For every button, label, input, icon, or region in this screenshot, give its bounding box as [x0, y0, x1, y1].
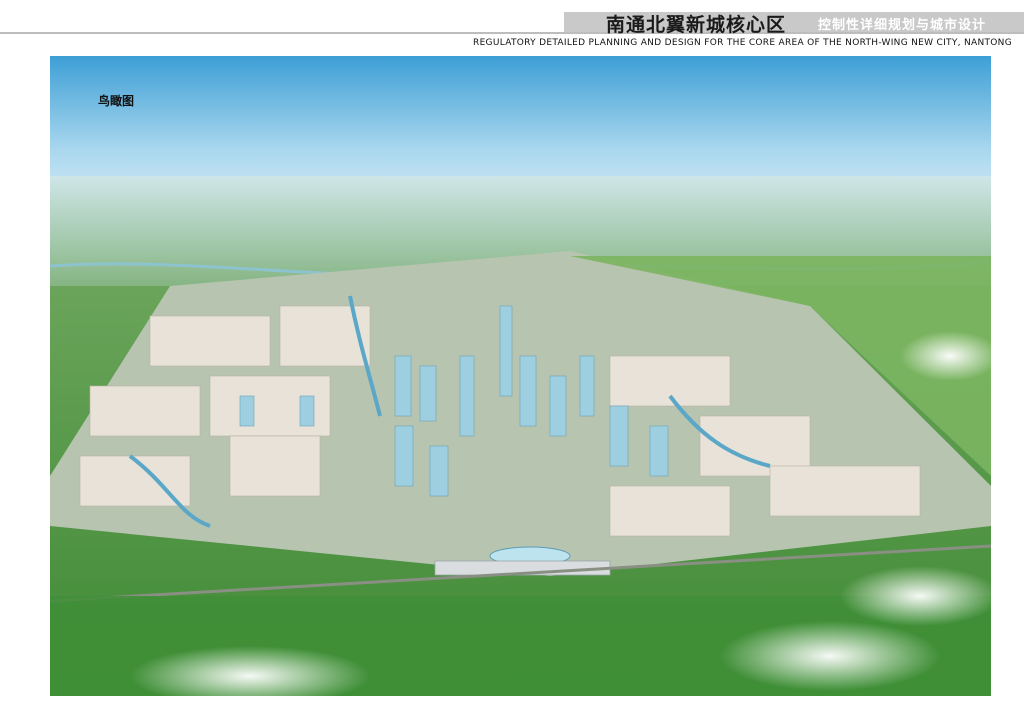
project-title-chinese: 南通北翼新城核心区: [606, 14, 787, 36]
view-label: 鸟瞰图: [98, 94, 135, 108]
aerial-rendering: 鸟瞰图: [50, 56, 991, 696]
project-subtitle-chinese: 控制性详细规划与城市设计: [818, 18, 987, 33]
project-title-english: Regulatory detailed planning and design …: [473, 38, 1012, 48]
aerial-view-illustration: [50, 56, 991, 696]
cloud: [720, 621, 940, 691]
